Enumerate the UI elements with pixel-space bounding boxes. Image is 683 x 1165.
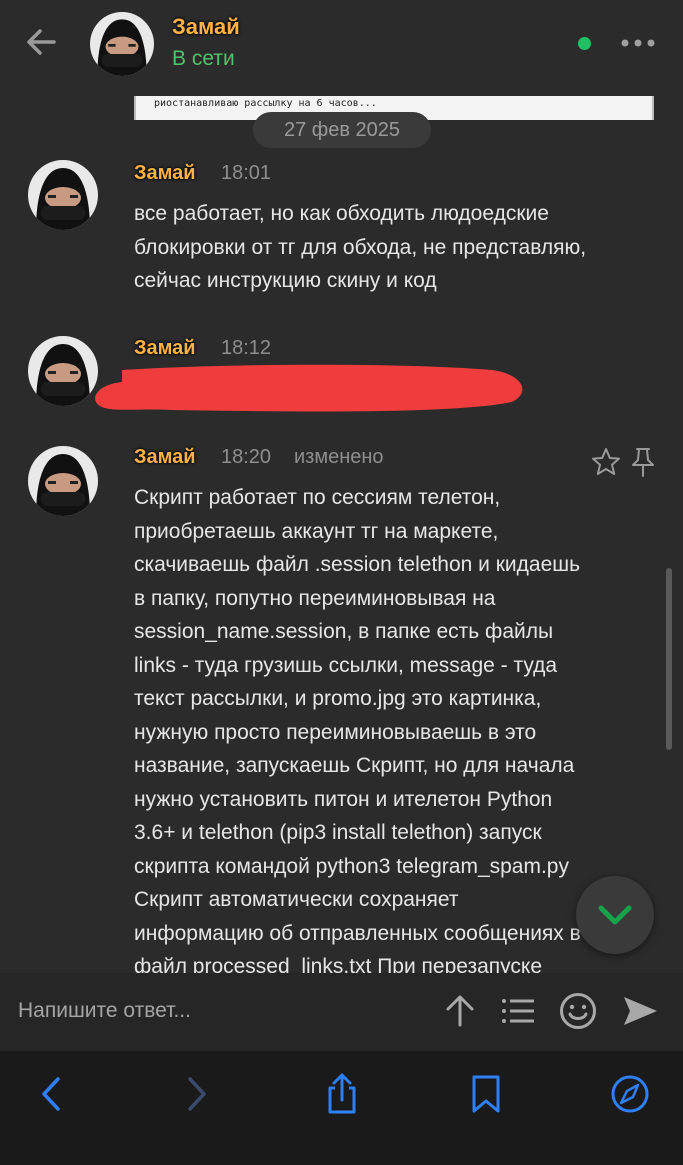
attachment-preview-text: риостанавливаю рассылку на 6 часов... — [154, 98, 377, 109]
share-icon[interactable] — [322, 1073, 362, 1115]
pin-icon[interactable] — [628, 446, 658, 478]
contact-name[interactable]: Замай — [172, 14, 240, 40]
star-icon[interactable] — [590, 446, 622, 478]
message-author[interactable]: Замай — [134, 162, 196, 185]
avatar[interactable] — [90, 12, 154, 76]
message-time: 18:01 — [221, 162, 272, 184]
message-line: скрипта командой python3 telegram_spam.p… — [134, 854, 569, 878]
scrollbar[interactable] — [666, 568, 672, 750]
message-text: все работает, но как обходить людоедские… — [134, 197, 586, 298]
redaction-scribble — [95, 364, 523, 412]
message-composer: Напишите ответ... — [0, 973, 683, 1051]
message-line: скачиваешь файл .session telethon и кида… — [134, 553, 581, 576]
message-line: блокировки от тг для обхода, не представ… — [134, 235, 587, 259]
avatar[interactable] — [28, 336, 98, 406]
back-icon[interactable] — [32, 1073, 72, 1115]
edited-label: изменено — [294, 446, 384, 468]
message-line: сейчас инструкцию скину и код — [134, 269, 437, 292]
bookmark-icon[interactable] — [466, 1073, 506, 1115]
message-line: название, запускаешь Скрипт, но для нача… — [134, 754, 575, 777]
message-author[interactable]: Замай — [134, 337, 196, 360]
message-line: Скрипт работает по сессиям телетон, — [134, 486, 501, 509]
message-line: приобретаешь аккаунт тг на маркете, — [134, 519, 499, 543]
compass-icon[interactable] — [610, 1073, 650, 1115]
chat-header: Замай В сети — [0, 0, 683, 96]
scroll-down-button[interactable] — [576, 876, 654, 954]
avatar[interactable] — [28, 160, 98, 230]
smiley-icon[interactable] — [558, 991, 598, 1031]
message-line: нужную просто переиминовываешь в это — [134, 720, 537, 744]
message-time: 18:20 — [221, 446, 272, 468]
message-text: Скрипт работает по сессиям телетон, прио… — [134, 481, 581, 984]
message-line: нужно установить питон и ителетон Python — [134, 787, 553, 811]
avatar[interactable] — [28, 446, 98, 516]
forward-icon[interactable] — [176, 1073, 216, 1115]
more-icon[interactable] — [618, 33, 658, 53]
message-line: Скрипт автоматически сохраняет — [134, 888, 459, 911]
message-line: session_name.session, в папке есть файлы — [134, 620, 554, 643]
message-line: информацию об отправленных сообщениях в — [134, 921, 581, 945]
online-status: В сети — [172, 47, 235, 70]
message-line: links - туда грузишь ссылки, message - т… — [134, 653, 558, 677]
chevron-down-icon — [598, 905, 632, 925]
list-icon[interactable] — [498, 991, 538, 1031]
browser-toolbar — [0, 1051, 683, 1165]
date-divider: 27 фев 2025 — [253, 112, 431, 148]
reply-input[interactable]: Напишите ответ... — [18, 999, 191, 1023]
message-time: 18:12 — [221, 337, 272, 359]
message-line: текст рассылки, и promo.jpg это картинка… — [134, 687, 542, 710]
message-line: в папку, попутно переиминовывая на — [134, 586, 496, 610]
message-line: все работает, но как обходить людоедские — [134, 202, 549, 225]
back-arrow-icon[interactable] — [22, 22, 62, 62]
arrow-up-icon[interactable] — [440, 991, 480, 1031]
online-indicator — [578, 37, 591, 50]
send-icon[interactable] — [620, 991, 660, 1031]
message-line: 3.6+ и telethon (pip3 install telethon) … — [134, 821, 542, 844]
message-author[interactable]: Замай — [134, 446, 196, 469]
